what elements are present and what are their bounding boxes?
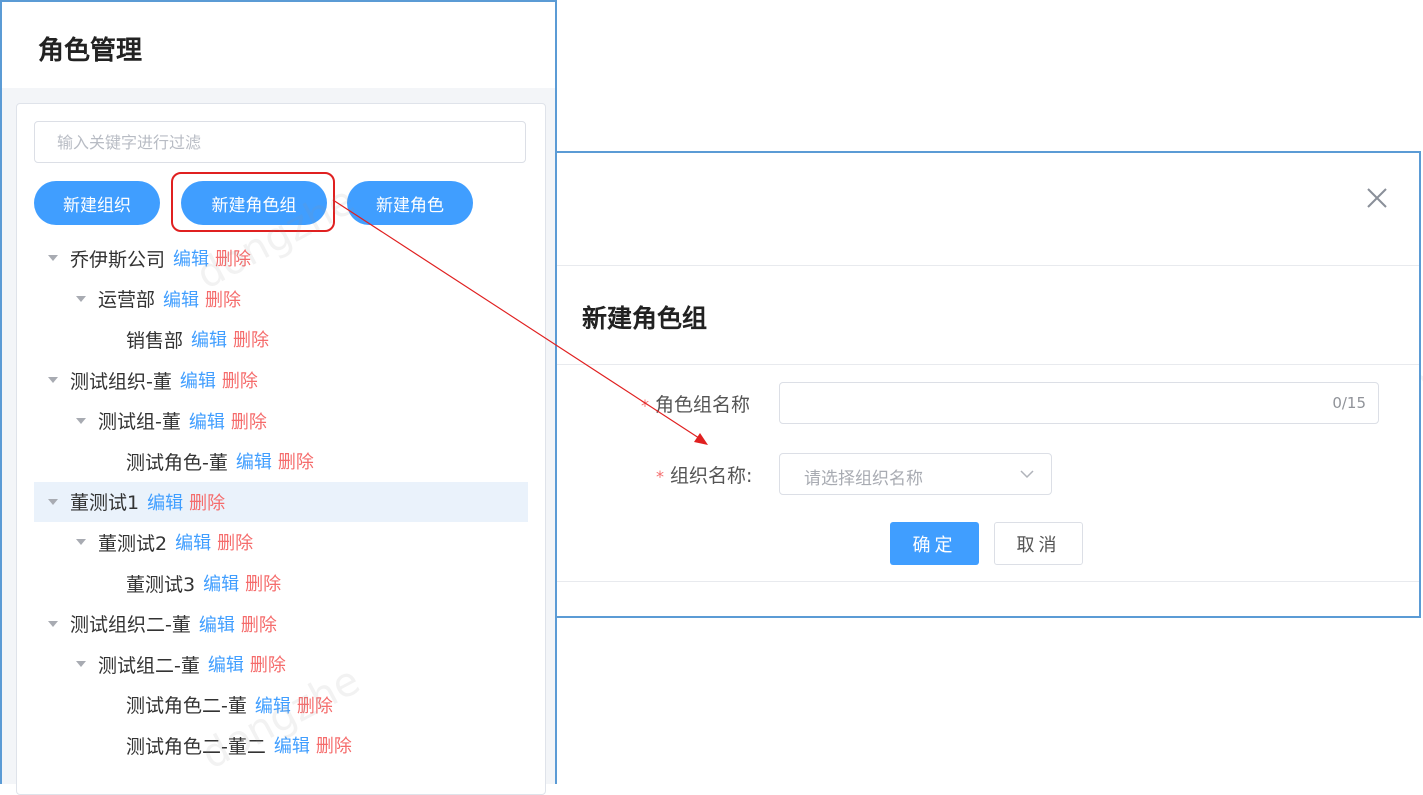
role-management-panel: 角色管理 新建组织 新建角色组 新建角色 乔伊斯公司编辑删除运营部编辑删除销售部… (0, 0, 557, 795)
filter-search-input[interactable] (34, 121, 526, 163)
caret-down-icon[interactable] (76, 295, 86, 302)
role-group-name-label-text: 角色组名称 (655, 394, 751, 416)
tree-node[interactable]: 销售部 编辑 删除 (34, 319, 528, 360)
delete-link[interactable]: 删除 (233, 326, 269, 352)
tree-node-label: 运营部 (98, 289, 156, 312)
required-mark: * (641, 396, 649, 415)
dialog-divider (557, 581, 1419, 582)
role-group-name-input[interactable]: 0/15 (779, 382, 1379, 424)
caret-down-icon[interactable] (76, 661, 86, 668)
tree-node-label: 测试组织二-董 (70, 614, 191, 637)
delete-link[interactable]: 删除 (222, 367, 258, 393)
tree-node[interactable]: 测试组织-董 编辑 删除 (34, 360, 528, 401)
org-name-select[interactable]: 请选择组织名称 (779, 453, 1052, 495)
org-role-tree: 乔伊斯公司 编辑 删除 运营部 编辑 删除 销售部 编辑 删除 测试组织-董 编辑 删除 测试组-董 编辑… (34, 238, 528, 766)
tree-node-label: 销售部 (126, 329, 184, 352)
delete-link[interactable]: 删除 (278, 448, 314, 474)
delete-link[interactable]: 删除 (189, 489, 225, 515)
new-role-group-button[interactable]: 新建角色组 (181, 181, 327, 225)
chevron-down-icon (1020, 470, 1034, 479)
org-name-label-text: 组织名称: (670, 465, 753, 487)
delete-link[interactable]: 删除 (250, 651, 286, 677)
panel-body: 新建组织 新建角色组 新建角色 乔伊斯公司编辑删除运营部编辑删除销售部编辑删除测… (2, 88, 555, 795)
tree-node-label: 董测试2 (98, 532, 168, 555)
tree-node[interactable]: 测试组织二-董 编辑 删除 (34, 603, 528, 644)
tree-node-label: 测试角色二-董 (126, 695, 247, 718)
tree-node[interactable]: 测试组二-董 编辑 删除 (34, 644, 528, 685)
cancel-button[interactable]: 取消 (994, 522, 1083, 565)
edit-link[interactable]: 编辑 (236, 448, 272, 474)
tree-node[interactable]: 测试角色二-董 编辑 删除 (34, 685, 528, 726)
tree-node-label: 测试组二-董 (98, 654, 200, 677)
tree-node[interactable]: 乔伊斯公司 编辑 删除 (34, 238, 528, 279)
delete-link[interactable]: 删除 (231, 408, 267, 434)
new-org-button[interactable]: 新建组织 (34, 181, 160, 225)
delete-link[interactable]: 删除 (217, 529, 253, 555)
required-mark: * (656, 467, 664, 486)
edit-link[interactable]: 编辑 (147, 489, 183, 515)
caret-down-icon[interactable] (76, 539, 86, 546)
tree-node-label: 董测试1 (70, 492, 140, 515)
edit-link[interactable]: 编辑 (189, 408, 225, 434)
org-name-label: * 组织名称: (656, 461, 752, 488)
caret-down-icon[interactable] (48, 377, 58, 384)
edit-link[interactable]: 编辑 (173, 245, 209, 271)
delete-link[interactable]: 删除 (241, 611, 277, 637)
role-group-name-label: * 角色组名称 (641, 390, 750, 417)
confirm-button[interactable]: 确定 (890, 522, 979, 565)
edit-link[interactable]: 编辑 (199, 611, 235, 637)
delete-link[interactable]: 删除 (297, 692, 333, 718)
edit-link[interactable]: 编辑 (208, 651, 244, 677)
caret-down-icon[interactable] (76, 417, 86, 424)
edit-link[interactable]: 编辑 (180, 367, 216, 393)
edit-link[interactable]: 编辑 (163, 286, 199, 312)
new-role-group-dialog: 新建角色组 * 角色组名称 0/15 * 组织名称: 请选择组织名称 确定 取消 (555, 151, 1421, 618)
caret-down-icon[interactable] (48, 498, 58, 505)
tree-node[interactable]: 董测试2 编辑 删除 (34, 522, 528, 563)
tree-node[interactable]: 运营部 编辑 删除 (34, 279, 528, 320)
dialog-divider (557, 265, 1419, 266)
delete-link[interactable]: 删除 (215, 245, 251, 271)
caret-down-icon[interactable] (48, 255, 58, 262)
tree-node[interactable]: 测试组-董 编辑 删除 (34, 400, 528, 441)
delete-link[interactable]: 删除 (316, 732, 352, 758)
tree-node-label: 测试组织-董 (70, 370, 172, 393)
tree-node[interactable]: 测试角色二-董二 编辑 删除 (34, 725, 528, 766)
tree-node[interactable]: 测试角色-董 编辑 删除 (34, 441, 528, 482)
char-counter: 0/15 (1332, 394, 1366, 412)
edit-link[interactable]: 编辑 (175, 529, 211, 555)
dialog-title: 新建角色组 (582, 304, 708, 333)
tree-node[interactable]: 董测试1 编辑 删除 (34, 481, 528, 523)
new-role-button[interactable]: 新建角色 (347, 181, 473, 225)
tree-node-label: 测试角色二-董二 (126, 735, 266, 758)
tree-node-label: 董测试3 (126, 573, 196, 596)
dialog-divider (557, 364, 1419, 365)
delete-link[interactable]: 删除 (245, 570, 281, 596)
org-select-placeholder: 请选择组织名称 (804, 469, 923, 489)
edit-link[interactable]: 编辑 (274, 732, 310, 758)
tree-node-label: 测试组-董 (98, 411, 181, 434)
caret-down-icon[interactable] (48, 620, 58, 627)
tree-node-label: 测试角色-董 (126, 451, 228, 474)
tree-node[interactable]: 董测试3 编辑 删除 (34, 563, 528, 604)
tree-card: 新建组织 新建角色组 新建角色 乔伊斯公司编辑删除运营部编辑删除销售部编辑删除测… (16, 103, 546, 795)
edit-link[interactable]: 编辑 (255, 692, 291, 718)
page-title: 角色管理 (38, 36, 143, 66)
delete-link[interactable]: 删除 (205, 286, 241, 312)
edit-link[interactable]: 编辑 (203, 570, 239, 596)
close-icon[interactable] (1365, 186, 1389, 210)
edit-link[interactable]: 编辑 (191, 326, 227, 352)
tree-node-label: 乔伊斯公司 (70, 248, 166, 271)
panel-header: 角色管理 (2, 2, 555, 88)
